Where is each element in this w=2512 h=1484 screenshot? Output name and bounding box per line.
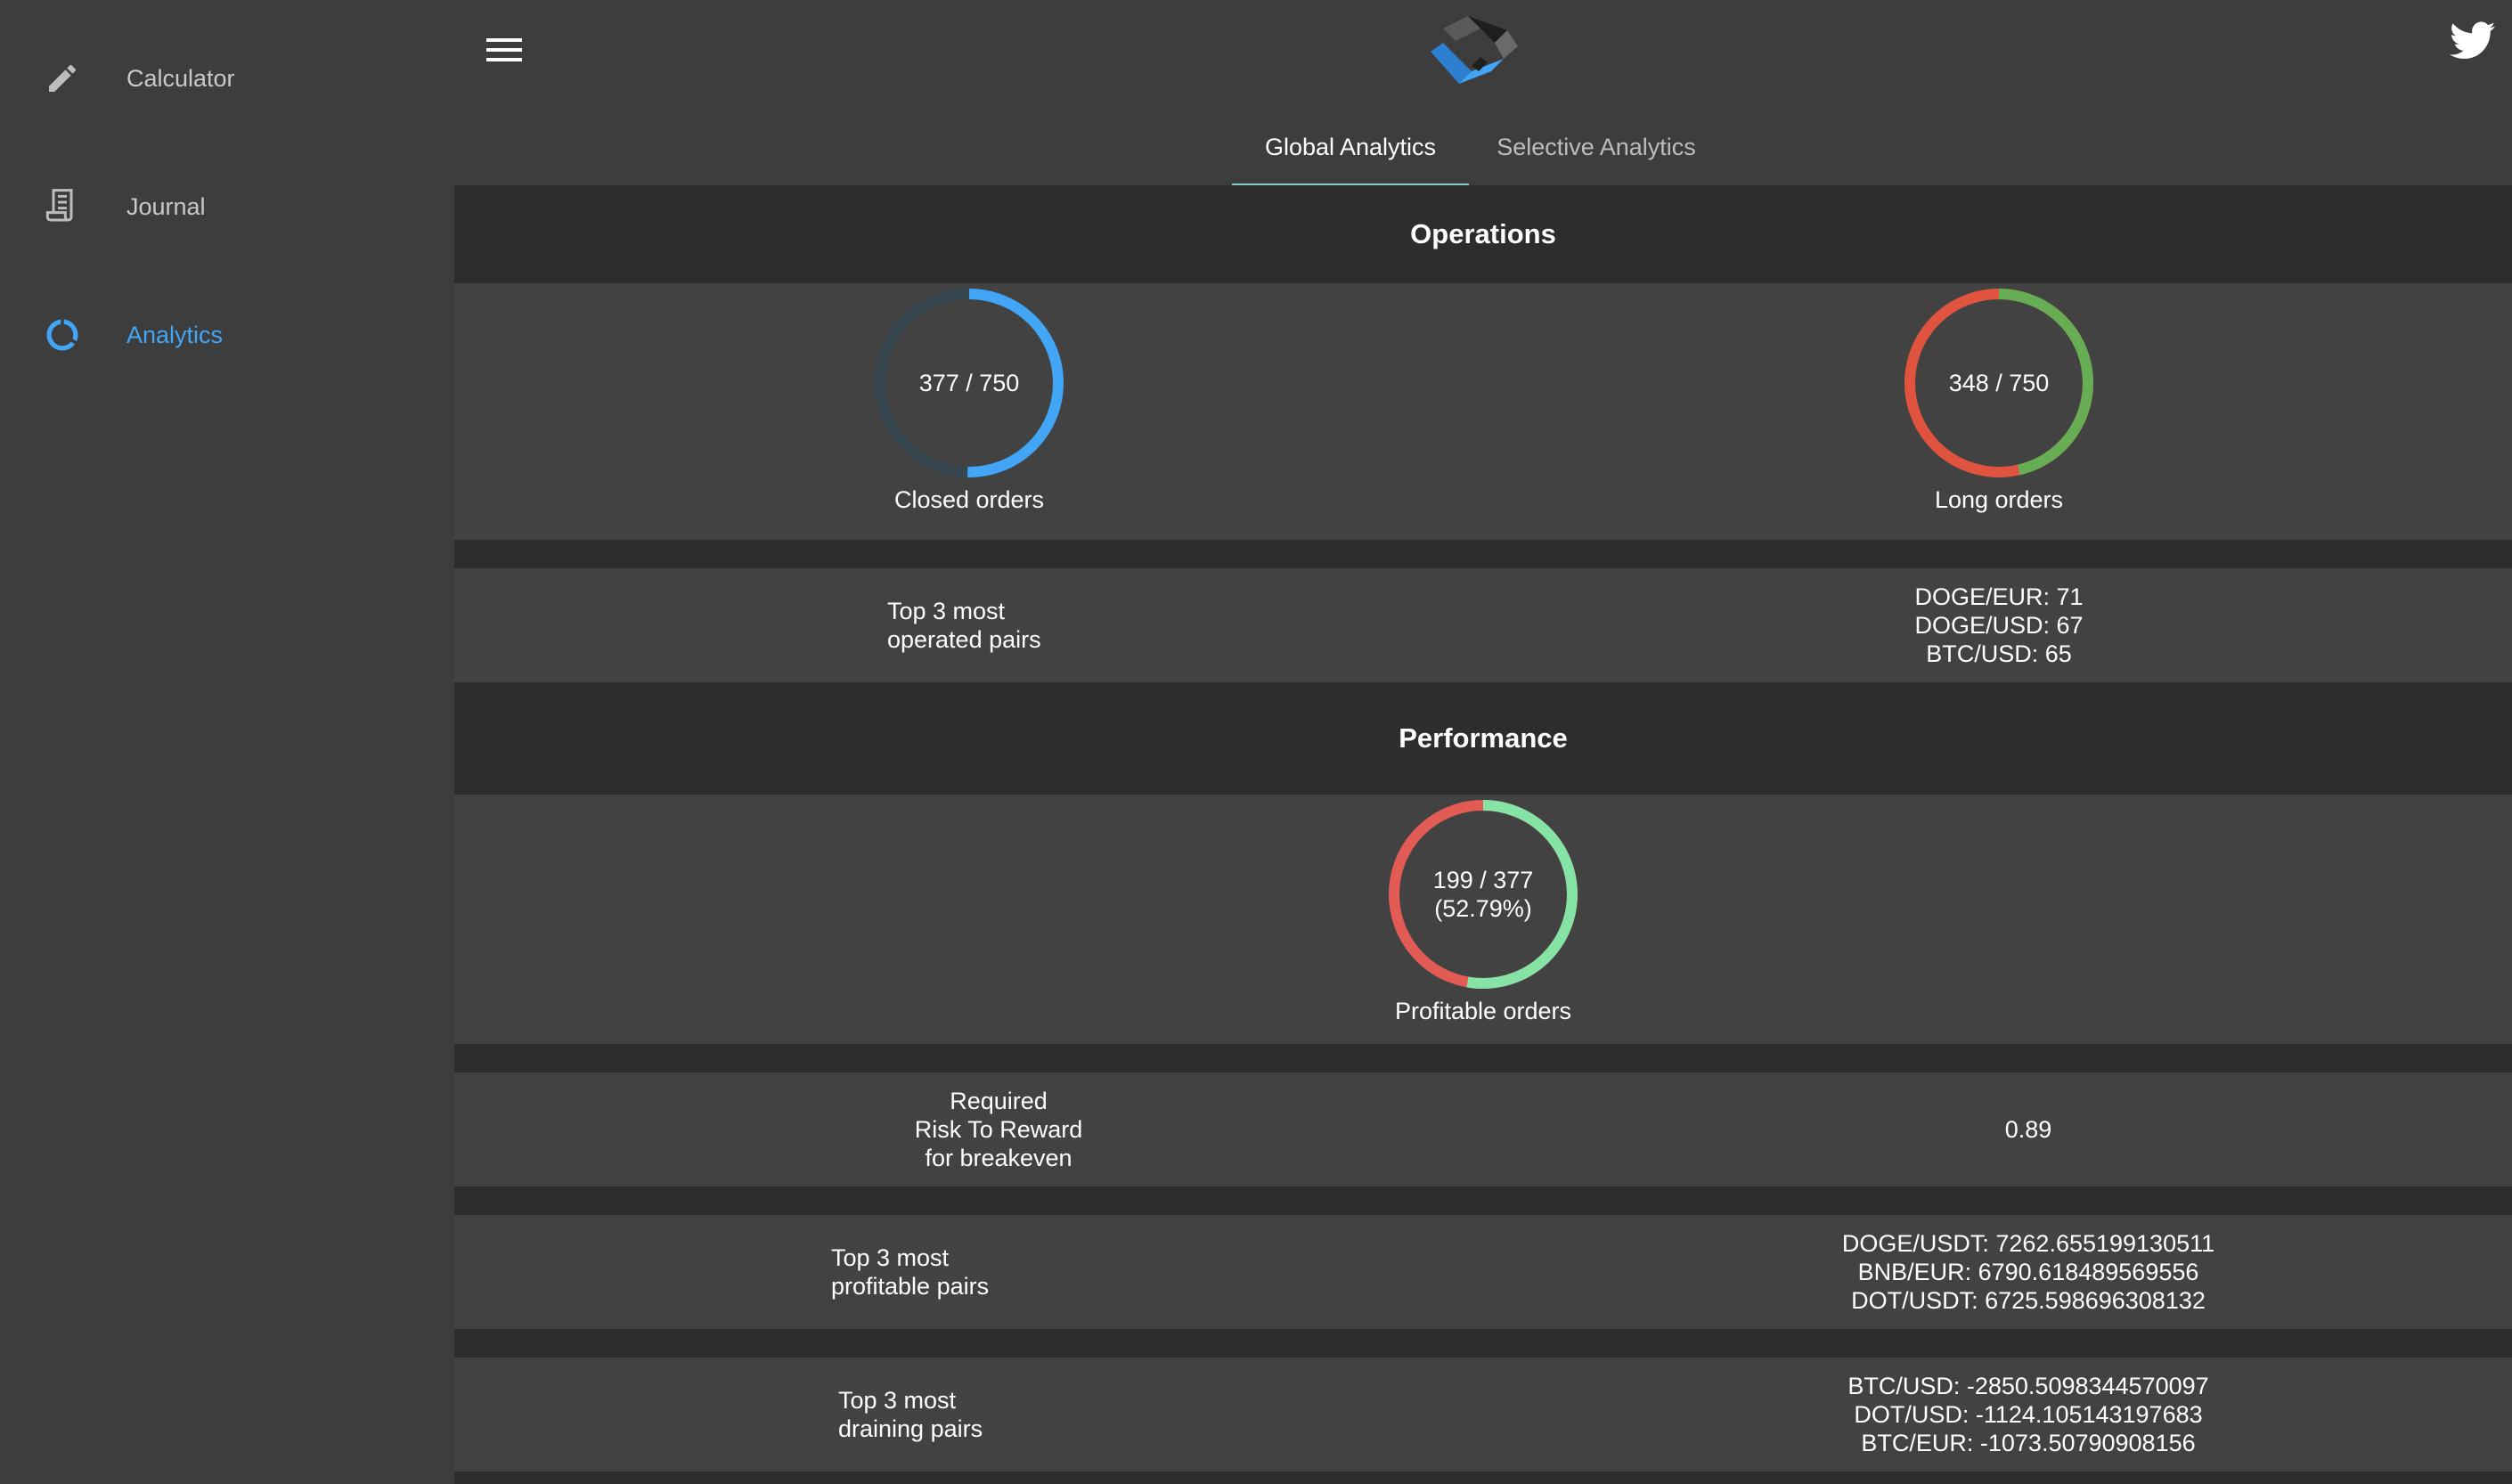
row-divider xyxy=(454,1186,2512,1215)
list-item: DOGE/USD: 67 xyxy=(1914,612,2084,639)
app-logo xyxy=(1425,12,1523,89)
sidebar-item-label: Journal xyxy=(126,192,206,220)
risk-reward-value: 0.89 xyxy=(2004,1116,2052,1143)
sidebar-item-calculator[interactable]: Calculator xyxy=(0,34,454,123)
receipt-icon xyxy=(41,185,84,228)
list-item: BTC/USD: -2850.5098344570097 xyxy=(1847,1373,2209,1399)
long-orders-gauge: 348 / 750 Long orders xyxy=(1892,285,2106,514)
top-profitable-pairs-label: Top 3 most profitable pairs xyxy=(831,1244,990,1300)
sidebar-item-label: Calculator xyxy=(126,64,235,92)
closed-orders-gauge: 377 / 750 Closed orders xyxy=(862,285,1076,514)
app-root: Calculator Journal Analytics Global Anal… xyxy=(0,0,2512,1484)
sidebar-item-label: Analytics xyxy=(126,321,224,348)
list-item: BTC/EUR: -1073.50790908156 xyxy=(1861,1430,2196,1456)
list-item: DOGE/USDT: 7262.655199130511 xyxy=(1841,1230,2215,1257)
profitable-orders-percent: (52.79%) xyxy=(1434,895,1532,922)
row-divider xyxy=(454,1044,2512,1072)
operations-rings-row: 377 / 750 Closed orders 348 / 750 Long o… xyxy=(454,283,2512,540)
main-area: Global Analytics Selective Analytics Ope… xyxy=(454,0,2512,1484)
top-draining-pairs-row: Top 3 most draining pairs BTC/USD: -2850… xyxy=(454,1358,2512,1472)
top-draining-pairs-values: BTC/USD: -2850.5098344570097 DOT/USD: -1… xyxy=(1761,1358,2296,1472)
list-item: BTC/USD: 65 xyxy=(1926,640,2072,667)
sidebar-item-journal[interactable]: Journal xyxy=(0,162,454,251)
section-title: Performance xyxy=(1399,722,1568,754)
list-item: DOT/USD: -1124.105143197683 xyxy=(1854,1401,2203,1428)
tab-global-analytics[interactable]: Global Analytics xyxy=(1232,109,1469,187)
top-bar: Global Analytics Selective Analytics xyxy=(454,0,2512,187)
donut-icon xyxy=(41,314,84,356)
analytics-tabs: Global Analytics Selective Analytics xyxy=(454,109,2512,187)
profitable-orders-value: 199 / 377 xyxy=(1432,867,1534,893)
sidebar: Calculator Journal Analytics xyxy=(0,0,454,1484)
list-item: BNB/EUR: 6790.618489569556 xyxy=(1857,1259,2199,1285)
row-divider xyxy=(454,1329,2512,1358)
top-profitable-pairs-row: Top 3 most profitable pairs DOGE/USDT: 7… xyxy=(454,1215,2512,1329)
risk-reward-label: Required Risk To Reward for breakeven xyxy=(914,1088,1083,1171)
hamburger-menu-button[interactable] xyxy=(477,27,531,73)
long-orders-value: 348 / 750 xyxy=(1948,370,2050,396)
closed-orders-value: 377 / 750 xyxy=(918,370,1020,396)
sidebar-item-analytics[interactable]: Analytics xyxy=(0,290,454,379)
profitable-orders-gauge: 199 / 377 (52.79%) Profitable orders xyxy=(1376,796,1590,1025)
profitable-orders-label: Profitable orders xyxy=(1394,998,1572,1024)
long-orders-label: Long orders xyxy=(1934,486,2064,513)
tab-label: Selective Analytics xyxy=(1497,133,1696,160)
list-item: DOT/USDT: 6725.598696308132 xyxy=(1851,1287,2206,1314)
twitter-link[interactable] xyxy=(2450,21,2503,75)
twitter-bird-icon xyxy=(2450,21,2496,59)
top-operated-pairs-label: Top 3 most operated pairs xyxy=(887,598,1041,653)
performance-header: Performance xyxy=(454,682,2512,795)
pencil-icon xyxy=(41,57,84,100)
top-draining-pairs-label: Top 3 most draining pairs xyxy=(838,1387,983,1442)
row-divider xyxy=(454,540,2512,568)
operations-header: Operations xyxy=(454,185,2512,283)
risk-reward-row: Required Risk To Reward for breakeven 0.… xyxy=(454,1072,2512,1186)
section-title: Operations xyxy=(1410,218,1556,249)
top-operated-pairs-values: DOGE/EUR: 71 DOGE/USD: 67 BTC/USD: 65 xyxy=(1821,568,2177,682)
closed-orders-label: Closed orders xyxy=(893,486,1045,513)
top-profitable-pairs-values: DOGE/USDT: 7262.655199130511 BNB/EUR: 67… xyxy=(1761,1215,2296,1329)
top-operated-pairs-row: Top 3 most operated pairs DOGE/EUR: 71 D… xyxy=(454,568,2512,682)
tab-selective-analytics[interactable]: Selective Analytics xyxy=(1469,109,1724,185)
row-divider xyxy=(454,1472,2512,1484)
menu-icon xyxy=(486,38,522,61)
tab-label: Global Analytics xyxy=(1264,133,1437,160)
list-item: DOGE/EUR: 71 xyxy=(1914,583,2084,610)
performance-ring-row: 199 / 377 (52.79%) Profitable orders xyxy=(454,795,2512,1044)
